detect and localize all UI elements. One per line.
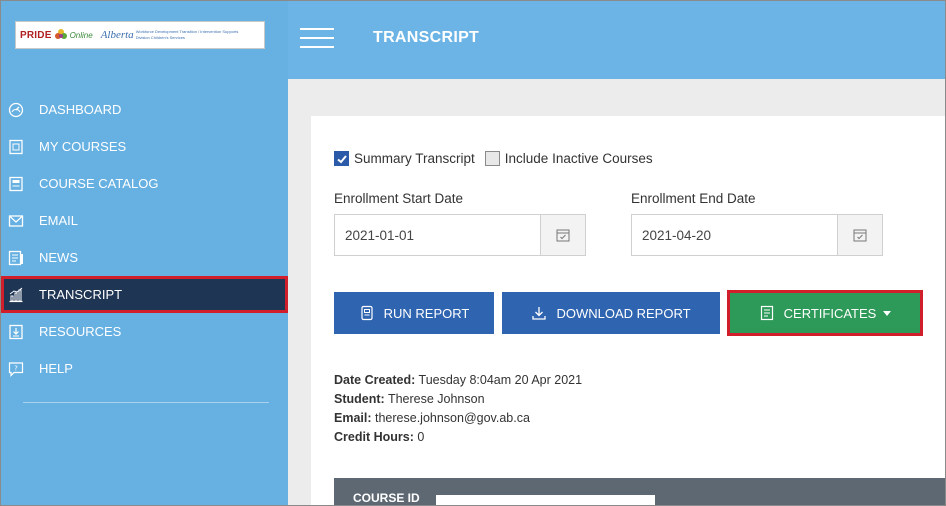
sidebar-item-email[interactable]: EMAIL	[1, 202, 288, 239]
certificates-button[interactable]: CERTIFICATES	[727, 290, 923, 336]
sidebar-item-transcript[interactable]: TRANSCRIPT	[1, 276, 288, 313]
sidebar-item-label: COURSE CATALOG	[39, 176, 159, 191]
svg-text:?: ?	[14, 364, 18, 372]
resources-icon	[8, 324, 24, 340]
end-date-value[interactable]: 2021-04-20	[632, 228, 837, 243]
download-report-label: DOWNLOAD REPORT	[556, 305, 691, 321]
date-created-row: Date Created: Tuesday 8:04am 20 Apr 2021	[334, 373, 583, 387]
sidebar-item-label: HELP	[39, 361, 73, 376]
summary-transcript-label[interactable]: Summary Transcript	[354, 151, 475, 166]
flower-icon	[54, 29, 67, 39]
report-icon	[359, 305, 375, 321]
end-date-field[interactable]: 2021-04-20	[631, 214, 883, 256]
certificates-label: CERTIFICATES	[783, 305, 877, 321]
hamburger-menu-icon[interactable]	[300, 28, 334, 50]
credit-hours-value: 0	[417, 430, 425, 444]
sidebar-item-label: NEWS	[39, 250, 78, 265]
calendar-icon[interactable]	[540, 215, 585, 255]
sidebar-item-my-courses[interactable]: MY COURSES	[1, 128, 288, 165]
sidebar-item-resources[interactable]: RESOURCES	[1, 313, 288, 350]
redacted-area	[436, 495, 655, 505]
sidebar-item-news[interactable]: NEWS	[1, 239, 288, 276]
logo-tagline: Workforce Development Transition / Inter…	[135, 29, 239, 40]
caret-down-icon	[883, 310, 892, 316]
app-window: PRIDE Online Alberta Workforce Developme…	[0, 0, 946, 506]
transcript-options: Summary Transcript Include Inactive Cour…	[334, 151, 653, 166]
catalog-icon	[8, 176, 24, 192]
sidebar-item-label: TRANSCRIPT	[39, 287, 123, 302]
run-report-button[interactable]: RUN REPORT	[334, 292, 494, 334]
checkmark-icon	[336, 154, 347, 163]
transcript-card: Summary Transcript Include Inactive Cour…	[311, 116, 945, 505]
logo-online: Online	[69, 30, 93, 40]
email-icon	[8, 213, 24, 229]
credit-hours-row: Credit Hours: 0	[334, 430, 425, 444]
help-icon: ?	[8, 361, 24, 377]
sidebar-item-course-catalog[interactable]: COURSE CATALOG	[1, 165, 288, 202]
sidebar: PRIDE Online Alberta Workforce Developme…	[1, 1, 288, 505]
courses-icon	[8, 139, 24, 155]
start-date-field[interactable]: 2021-01-01	[334, 214, 586, 256]
sidebar-nav: DASHBOARD MY COURSES COURSE CATALOG EMAI…	[1, 91, 288, 387]
calendar-icon[interactable]	[837, 215, 882, 255]
end-date-label: Enrollment End Date	[631, 191, 756, 206]
sidebar-item-label: EMAIL	[39, 213, 79, 228]
top-header: TRANSCRIPT	[288, 1, 945, 79]
course-id-column-header[interactable]: COURSE ID	[353, 491, 420, 505]
run-report-label: RUN REPORT	[383, 305, 470, 321]
date-created-value: Tuesday 8:04am 20 Apr 2021	[418, 373, 583, 387]
email-value: therese.johnson@gov.ab.ca	[375, 411, 530, 425]
certificate-icon	[759, 305, 775, 321]
download-icon	[531, 305, 547, 321]
logo-brand: PRIDE	[20, 29, 52, 41]
main-content: Summary Transcript Include Inactive Cour…	[288, 79, 945, 505]
download-report-button[interactable]: DOWNLOAD REPORT	[502, 292, 720, 334]
start-date-label: Enrollment Start Date	[334, 191, 464, 206]
transcript-icon	[8, 287, 24, 303]
student-value: Therese Johnson	[387, 392, 485, 406]
logo-org: Alberta	[100, 29, 134, 41]
page-title: TRANSCRIPT	[373, 29, 480, 46]
start-date-value[interactable]: 2021-01-01	[335, 228, 540, 243]
summary-transcript-checkbox[interactable]	[334, 151, 349, 166]
sidebar-item-dashboard[interactable]: DASHBOARD	[1, 91, 288, 128]
news-icon	[8, 250, 24, 266]
sidebar-item-label: RESOURCES	[39, 324, 122, 339]
email-row: Email: therese.johnson@gov.ab.ca	[334, 411, 530, 425]
include-inactive-checkbox[interactable]	[484, 151, 500, 166]
sidebar-divider	[23, 402, 269, 403]
report-details: Date Created: Tuesday 8:04am 20 Apr 2021…	[334, 371, 582, 447]
sidebar-item-label: DASHBOARD	[39, 102, 122, 117]
student-row: Student: Therese Johnson	[334, 392, 485, 406]
dashboard-icon	[8, 102, 24, 118]
pride-logo[interactable]: PRIDE Online Alberta Workforce Developme…	[15, 21, 265, 49]
include-inactive-label[interactable]: Include Inactive Courses	[505, 151, 653, 166]
sidebar-item-help[interactable]: ? HELP	[1, 350, 288, 387]
sidebar-item-label: MY COURSES	[39, 139, 127, 154]
